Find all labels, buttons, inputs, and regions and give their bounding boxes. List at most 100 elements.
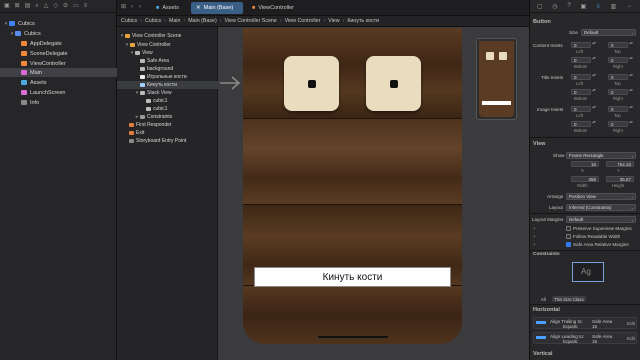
identity-icon[interactable]: ▣ [580, 3, 586, 10]
frame-x-field[interactable]: 16 [571, 161, 599, 167]
tab-assets[interactable]: ■ Assets [151, 2, 184, 14]
warning-icon[interactable]: △ [44, 3, 49, 9]
tree-item-info[interactable]: Info [0, 98, 117, 107]
image-inset-right[interactable]: 0 [608, 121, 628, 127]
jump-item[interactable]: View Controller [285, 18, 321, 24]
stepper[interactable]: ▴▾ [629, 120, 633, 127]
show-popup[interactable]: Frame Rectangle ⌄ [566, 152, 636, 159]
preserve-margins-checkbox[interactable] [566, 226, 571, 231]
filter-size-class[interactable]: This Size Class [552, 296, 586, 302]
outline-item[interactable]: Safe Area [117, 57, 218, 65]
stepper[interactable]: ▴▾ [592, 56, 596, 63]
stepper[interactable]: ▴▾ [592, 120, 596, 127]
edit-button[interactable]: Edit [627, 321, 635, 326]
tree-item-scenedelegate[interactable]: SceneDelegate [0, 49, 117, 58]
content-inset-left[interactable]: 0 [571, 42, 591, 48]
history-icon[interactable]: ◷ [552, 3, 557, 10]
stepper[interactable]: ▴▾ [629, 41, 633, 48]
outline-item[interactable]: Exit [117, 129, 218, 137]
report-icon[interactable]: ≡ [84, 3, 88, 9]
search-icon[interactable]: ⌕ [35, 3, 38, 9]
outline-item[interactable]: ▾ Stack View [117, 89, 218, 97]
content-inset-right[interactable]: 0 [608, 57, 628, 63]
arrange-popup[interactable]: Position View ⌄ [566, 193, 636, 200]
frame-height-field[interactable]: 35,67 [606, 176, 634, 182]
tree-item-assets[interactable]: Assets [0, 78, 117, 87]
edit-button[interactable]: Edit [627, 336, 635, 341]
constraint-row[interactable]: Align Leading to: Safe Area Equals: 16 E… [533, 332, 637, 344]
outline-item[interactable]: cubic1 [117, 97, 218, 105]
outline-item[interactable]: ▾ View Controller [117, 41, 218, 49]
tab-viewcontroller[interactable]: ■ ViewController [247, 2, 299, 14]
stepper[interactable]: ▴▾ [629, 105, 633, 112]
die-image-left[interactable] [284, 56, 339, 111]
filter-all[interactable]: All [539, 296, 548, 302]
file-inspector-icon[interactable]: ▢ [537, 3, 543, 10]
stepper[interactable]: ▴▾ [592, 105, 596, 112]
title-inset-top[interactable]: 0 [608, 74, 628, 80]
roll-dice-button[interactable]: Кинуть кости [254, 267, 451, 287]
size-inspector-icon[interactable]: ▥ [611, 3, 617, 10]
tree-item-main[interactable]: Main [0, 68, 117, 77]
stepper[interactable]: ▴▾ [592, 88, 596, 95]
size-popup[interactable]: Default ⌄ [581, 29, 636, 36]
content-inset-top[interactable]: 0 [608, 42, 628, 48]
outline-item[interactable]: First Responder [117, 121, 218, 129]
jump-item[interactable]: Main (Base) [188, 18, 217, 24]
layout-popup[interactable]: Inferred (Constraints) ⌄ [566, 204, 636, 211]
jump-item[interactable]: View Controller Scene [225, 18, 277, 24]
tab-main[interactable]: ✕ Main (Base) [191, 2, 243, 14]
jump-item[interactable]: View [328, 18, 339, 24]
outline-item[interactable]: cubic1 [117, 105, 218, 113]
source-control-icon[interactable]: ⊠ [15, 3, 20, 9]
follow-readable-checkbox[interactable] [566, 234, 571, 239]
chevron-left-icon[interactable]: ‹ [131, 4, 133, 10]
outline-item[interactable]: ▾ View Controller Scene [117, 32, 218, 40]
image-inset-left[interactable]: 0 [571, 106, 591, 112]
die-image-right[interactable] [366, 56, 421, 111]
outline-item[interactable]: background [117, 65, 218, 73]
image-inset-top[interactable]: 0 [608, 106, 628, 112]
tree-item-group[interactable]: ▾ Cubics [0, 29, 117, 38]
tree-item-launchscreen[interactable]: LaunchScreen [0, 88, 117, 97]
connections-icon[interactable]: → [626, 3, 632, 9]
stepper[interactable]: ▴▾ [629, 88, 633, 95]
outline-item-selected[interactable]: Кинуть кости [117, 81, 218, 89]
attributes-inspector-icon[interactable]: ⇩ [596, 3, 601, 10]
title-inset-bottom[interactable]: 0 [571, 89, 591, 95]
jump-item[interactable]: Cubics [121, 18, 137, 24]
title-inset-right[interactable]: 0 [608, 89, 628, 95]
help-icon[interactable]: ? [567, 3, 570, 9]
jump-item[interactable]: Cubics [145, 18, 161, 24]
grid-icon[interactable]: ⊞ [121, 4, 126, 10]
breakpoint-icon[interactable]: ▭ [73, 3, 79, 9]
plus-icon[interactable]: + [533, 226, 536, 231]
plus-icon[interactable]: + [533, 242, 536, 247]
outline-item[interactable]: ▸ Constraints [117, 113, 218, 121]
frame-width-field[interactable]: 358 [571, 176, 599, 182]
stepper[interactable]: ▴▾ [629, 56, 633, 63]
title-inset-left[interactable]: 0 [571, 74, 591, 80]
stepper[interactable]: ▴▾ [592, 73, 596, 80]
stepper[interactable]: ▴▾ [592, 41, 596, 48]
outline-item[interactable]: Игральные кости [117, 73, 218, 81]
jump-item[interactable]: Main [169, 18, 180, 24]
symbol-icon[interactable]: ▤ [25, 3, 31, 9]
safe-area-margins-checkbox[interactable] [566, 242, 571, 247]
device-scene[interactable] [243, 28, 462, 344]
outline-item[interactable]: Storyboard Entry Point [117, 137, 218, 145]
test-icon[interactable]: ◇ [53, 3, 58, 9]
tree-item-project[interactable]: ▾ Cubics [0, 19, 117, 28]
tree-item-viewcontroller[interactable]: ViewController [0, 59, 117, 68]
content-inset-bottom[interactable]: 0 [571, 57, 591, 63]
debug-icon[interactable]: ⊘ [63, 3, 68, 9]
tree-item-appdelegate[interactable]: AppDelegate [0, 39, 117, 48]
plus-icon[interactable]: + [533, 234, 536, 239]
layout-margins-popup[interactable]: Default ⌄ [566, 216, 636, 223]
folder-icon[interactable]: ▣ [4, 3, 10, 9]
jump-item[interactable]: Кинуть кости [347, 18, 379, 24]
stepper[interactable]: ▴▾ [629, 73, 633, 80]
close-icon[interactable]: ✕ [196, 5, 201, 11]
chevron-right-icon[interactable]: › [139, 4, 141, 10]
frame-y-field[interactable]: 754,33 [606, 161, 634, 167]
